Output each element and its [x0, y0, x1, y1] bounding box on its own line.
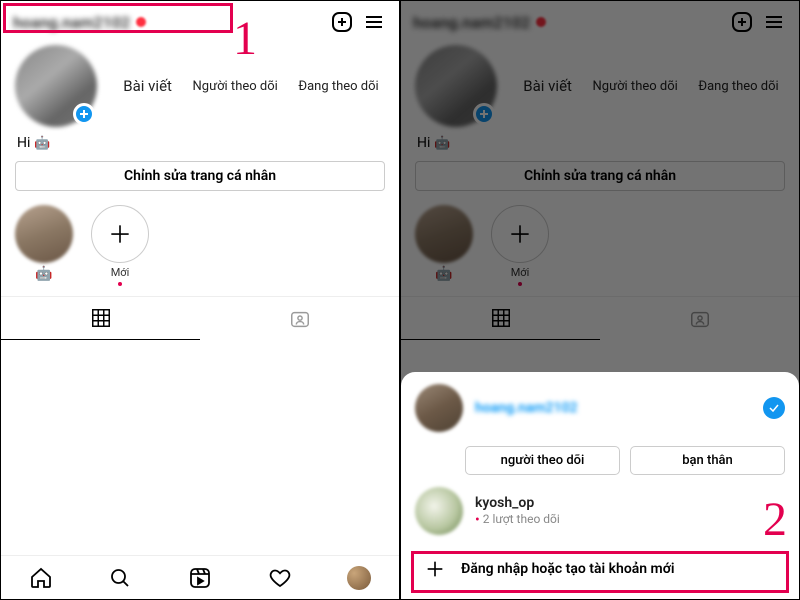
highlight-emoji-icon: 🤖: [35, 266, 52, 282]
profile-screen-right: hoang.nam2102 Bài viết Người theo dõi Đa…: [400, 0, 800, 600]
highlight-item-1[interactable]: 🤖: [15, 205, 73, 286]
profile-avatar[interactable]: [15, 45, 97, 127]
nav-home[interactable]: [1, 556, 81, 599]
account-avatar-icon: [415, 384, 463, 432]
highlight-new-label: Mới: [111, 266, 130, 279]
bottom-nav: [1, 555, 399, 599]
account-row-current[interactable]: hoang.nam2102: [415, 384, 785, 432]
highlight-new[interactable]: Mới: [491, 205, 549, 286]
menu-button[interactable]: [761, 9, 787, 35]
account-follow-count: • 2 lượt theo dõi: [475, 512, 560, 528]
menu-button[interactable]: [361, 9, 387, 35]
step1-number: 1: [233, 11, 257, 66]
highlight-dot-icon: [518, 282, 522, 286]
add-account-label: Đăng nhập hoặc tạo tài khoản mới: [461, 561, 674, 577]
step2-number: 2: [763, 492, 787, 547]
tab-grid[interactable]: [401, 297, 600, 340]
highlight-emoji-icon: 🤖: [435, 266, 452, 282]
edit-profile-button[interactable]: Chỉnh sửa trang cá nhân: [415, 161, 785, 191]
profile-avatar[interactable]: [415, 45, 497, 127]
plus-icon: [423, 557, 447, 581]
story-highlights: 🤖 Mới: [1, 197, 399, 290]
add-story-icon[interactable]: [73, 103, 95, 125]
add-account-row[interactable]: Đăng nhập hoặc tạo tài khoản mới: [415, 545, 785, 589]
profile-stats: Bài viết Người theo dõi Đang theo dõi: [517, 77, 785, 95]
profile-screen-left: 1 hoang.nam2102 Bài viết Người theo dõi …: [0, 0, 400, 600]
account-row-other[interactable]: kyosh_op • 2 lượt theo dõi: [415, 487, 785, 535]
profile-post-tabs: [1, 296, 399, 340]
stat-following[interactable]: Đang theo dõi: [298, 79, 378, 94]
create-button[interactable]: [329, 9, 355, 35]
account-switcher-sheet: hoang.nam2102 người theo dõi bạn thân ky…: [401, 372, 799, 599]
highlight-new-label: Mới: [511, 266, 530, 279]
highlight-new[interactable]: Mới: [91, 205, 149, 286]
bio-text: Hi: [17, 135, 30, 151]
account-name: hoang.nam2102: [475, 400, 578, 416]
profile-bio: Hi 🤖: [401, 127, 799, 155]
account-name: kyosh_op: [475, 495, 560, 511]
profile-header: hoang.nam2102: [401, 1, 799, 39]
bio-emoji-icon: 🤖: [434, 135, 450, 151]
account-avatar-icon: [415, 487, 463, 535]
account-option-pills: người theo dõi bạn thân: [415, 442, 785, 477]
nav-avatar-icon: [347, 566, 371, 590]
profile-post-tabs: [401, 296, 799, 340]
pill-close-friends[interactable]: bạn thân: [630, 446, 785, 475]
stat-followers[interactable]: Người theo dõi: [193, 79, 278, 94]
add-story-icon[interactable]: [473, 103, 495, 125]
nav-activity[interactable]: [240, 556, 320, 599]
tab-tagged[interactable]: [600, 297, 799, 340]
username-dropdown[interactable]: hoang.nam2102: [13, 13, 130, 32]
profile-info-row: Bài viết Người theo dõi Đang theo dõi: [401, 39, 799, 127]
nav-search[interactable]: [81, 556, 161, 599]
profile-info-row: Bài viết Người theo dõi Đang theo dõi: [1, 39, 399, 127]
username-dropdown[interactable]: hoang.nam2102: [413, 13, 530, 32]
profile-stats: Bài viết Người theo dõi Đang theo dõi: [117, 77, 385, 95]
highlight-dot-icon: [118, 282, 122, 286]
stat-posts[interactable]: Bài viết: [123, 77, 172, 95]
create-button[interactable]: [729, 9, 755, 35]
stat-followers[interactable]: Người theo dõi: [593, 79, 678, 94]
profile-header: hoang.nam2102: [1, 1, 399, 39]
nav-profile[interactable]: [319, 556, 399, 599]
bio-text: Hi: [417, 135, 430, 151]
stat-following[interactable]: Đang theo dõi: [698, 79, 778, 94]
bio-emoji-icon: 🤖: [34, 135, 50, 151]
stat-posts[interactable]: Bài viết: [523, 77, 572, 95]
pill-followers[interactable]: người theo dõi: [465, 446, 620, 475]
tab-grid[interactable]: [1, 297, 200, 340]
highlight-item-1[interactable]: 🤖: [415, 205, 473, 286]
profile-bio: Hi 🤖: [1, 127, 399, 155]
posts-grid-empty: [1, 340, 399, 555]
selected-check-icon: [763, 397, 785, 419]
edit-profile-button[interactable]: Chỉnh sửa trang cá nhân: [15, 161, 385, 191]
story-highlights: 🤖 Mới: [401, 197, 799, 290]
notification-dot: [536, 17, 546, 27]
notification-dot: [136, 17, 146, 27]
nav-reels[interactable]: [160, 556, 240, 599]
tab-tagged[interactable]: [200, 297, 399, 340]
